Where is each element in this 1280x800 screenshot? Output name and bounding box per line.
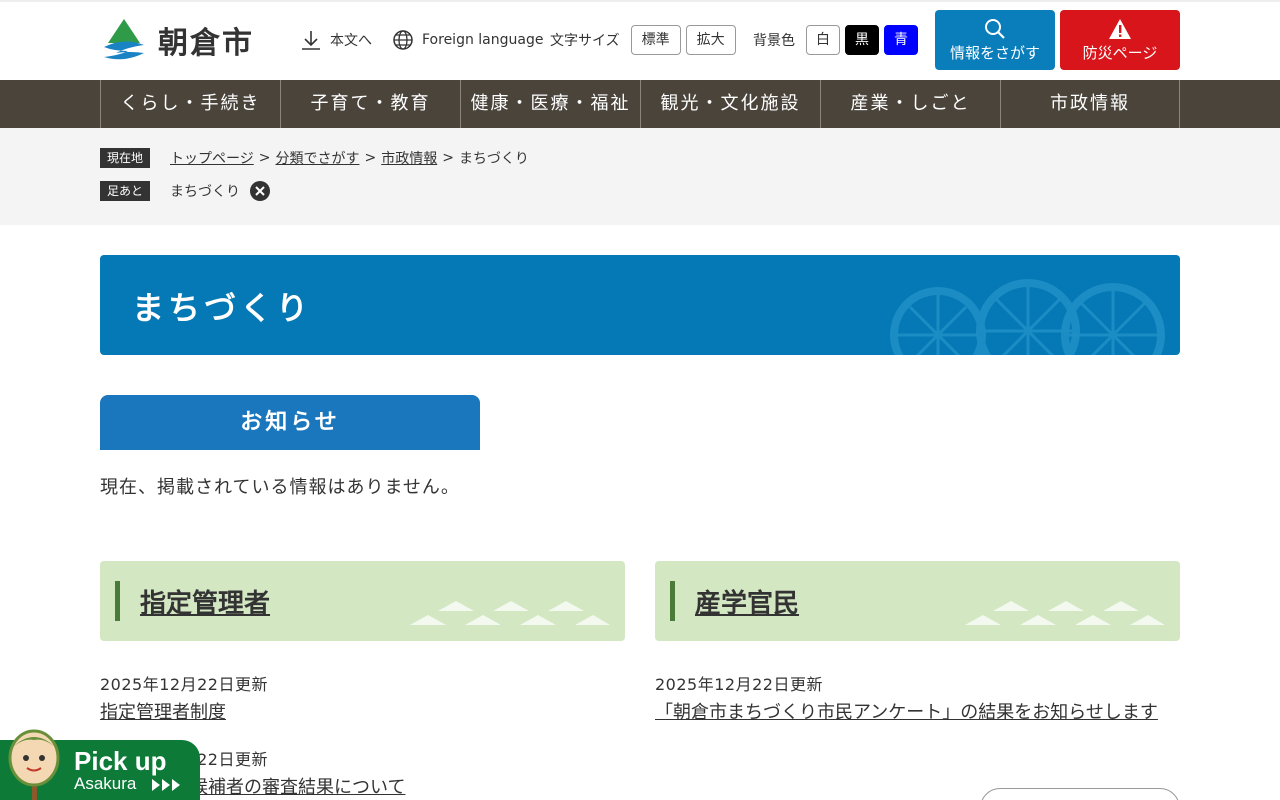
nav-item-kenko[interactable]: 健康・医療・福祉 [460, 80, 640, 128]
foreign-language-label: Foreign language [422, 32, 544, 48]
download-arrow-icon [302, 31, 320, 50]
more-button[interactable] [980, 788, 1180, 800]
breadcrumb-separator: > [364, 150, 377, 166]
nav-item-sangyo[interactable]: 産業・しごと [820, 80, 1000, 128]
search-info-button[interactable]: 情報をさがす [935, 10, 1055, 70]
page-title: まちづくり [132, 289, 313, 327]
waterwheel-decoration-icon [890, 279, 1165, 355]
pickup-subtitle: Asakura [74, 774, 137, 793]
page-title-banner: まちづくり [100, 255, 1180, 355]
site-logo[interactable]: 朝倉市 [100, 17, 254, 63]
news-date: 2025年12月22日更新 [100, 675, 268, 694]
font-size-control: 文字サイズ 標準 拡大 [550, 25, 736, 55]
close-icon[interactable] [250, 181, 270, 201]
disaster-page-label: 防災ページ [1082, 44, 1158, 62]
category-heading-shitei: 指定管理者 [100, 561, 625, 641]
category-link-shitei[interactable]: 指定管理者 [140, 583, 270, 620]
font-size-label: 文字サイズ [550, 33, 620, 49]
bg-color-label: 背景色 [753, 33, 795, 49]
nav-item-shisei[interactable]: 市政情報 [1000, 80, 1180, 128]
pickup-title: Pick up [74, 746, 167, 776]
category-accent-bar [115, 581, 120, 621]
skip-to-content-label: 本文へ [330, 33, 372, 49]
breadcrumb-current: まちづくり [458, 151, 529, 167]
footprint-tag: 足あと [100, 181, 150, 201]
footprint: 足あと まちづくり [100, 181, 270, 201]
notice-empty-text: 現在、掲載されている情報はありません。 [100, 477, 460, 498]
wave-decoration-icon [965, 601, 1165, 625]
breadcrumb-area: 現在地 トップページ > 分類でさがす > 市政情報 > まちづくり 足あと ま… [0, 128, 1280, 225]
global-nav: くらし・手続き 子育て・教育 健康・医療・福祉 観光・文化施設 産業・しごと 市… [0, 80, 1280, 128]
bg-black-button[interactable]: 黒 [845, 25, 879, 55]
warning-icon [1109, 19, 1131, 39]
news-link[interactable]: 「朝倉市まちづくり市民アンケート」の結果をお知らせします [655, 697, 1180, 729]
logo-text: 朝倉市 [158, 26, 254, 61]
footprint-item[interactable]: まちづくり [170, 181, 240, 201]
nav-item-kosodate[interactable]: 子育て・教育 [280, 80, 460, 128]
site-header: 朝倉市 本文へ Foreign language 文字サイズ 標準 拡大 背景色… [0, 0, 1280, 80]
category-link-sangaku[interactable]: 産学官民 [695, 583, 799, 620]
skip-to-content-link[interactable]: 本文へ [300, 26, 372, 54]
header-topline [0, 0, 1280, 2]
city-emblem-icon [104, 19, 144, 60]
category-heading-sangaku: 産学官民 [655, 561, 1180, 641]
category-accent-bar [670, 581, 675, 621]
foreign-language-link[interactable]: Foreign language [392, 26, 543, 54]
breadcrumb-separator: > [258, 150, 271, 166]
search-icon [985, 19, 1005, 39]
font-size-standard-button[interactable]: 標準 [630, 25, 681, 55]
nav-item-kanko[interactable]: 観光・文化施設 [640, 80, 820, 128]
breadcrumb: 現在地 トップページ > 分類でさがす > 市政情報 > まちづくり [100, 148, 529, 168]
news-link[interactable]: 指定管理者制度 [100, 697, 268, 729]
wave-decoration-icon [410, 601, 610, 625]
bg-blue-button[interactable]: 青 [884, 25, 918, 55]
breadcrumb-link-category[interactable]: 分類でさがす [275, 148, 359, 168]
font-size-large-button[interactable]: 拡大 [685, 25, 736, 55]
bg-white-button[interactable]: 白 [806, 25, 840, 55]
notice-heading: お知らせ [100, 395, 480, 450]
bg-color-control: 背景色 白 黒 青 [753, 25, 918, 55]
news-item: 2025年12月22日更新 「朝倉市まちづくり市民アンケート」の結果をお知らせし… [655, 671, 1180, 729]
nav-item-kurashi[interactable]: くらし・手続き [100, 80, 280, 128]
current-location-tag: 現在地 [100, 148, 150, 168]
disaster-page-button[interactable]: 防災ページ [1060, 10, 1180, 70]
search-info-label: 情報をさがす [949, 44, 1040, 62]
triple-arrow-icon [152, 779, 180, 791]
breadcrumb-separator: > [442, 150, 454, 166]
news-date: 2025年12月22日更新 [655, 675, 823, 694]
mascot-character-icon [8, 729, 60, 800]
news-item: 2025年12月22日更新 指定管理者制度 [100, 671, 268, 729]
breadcrumb-link-top[interactable]: トップページ [170, 148, 254, 168]
breadcrumb-link-shisei[interactable]: 市政情報 [381, 148, 437, 168]
globe-icon [393, 30, 413, 50]
